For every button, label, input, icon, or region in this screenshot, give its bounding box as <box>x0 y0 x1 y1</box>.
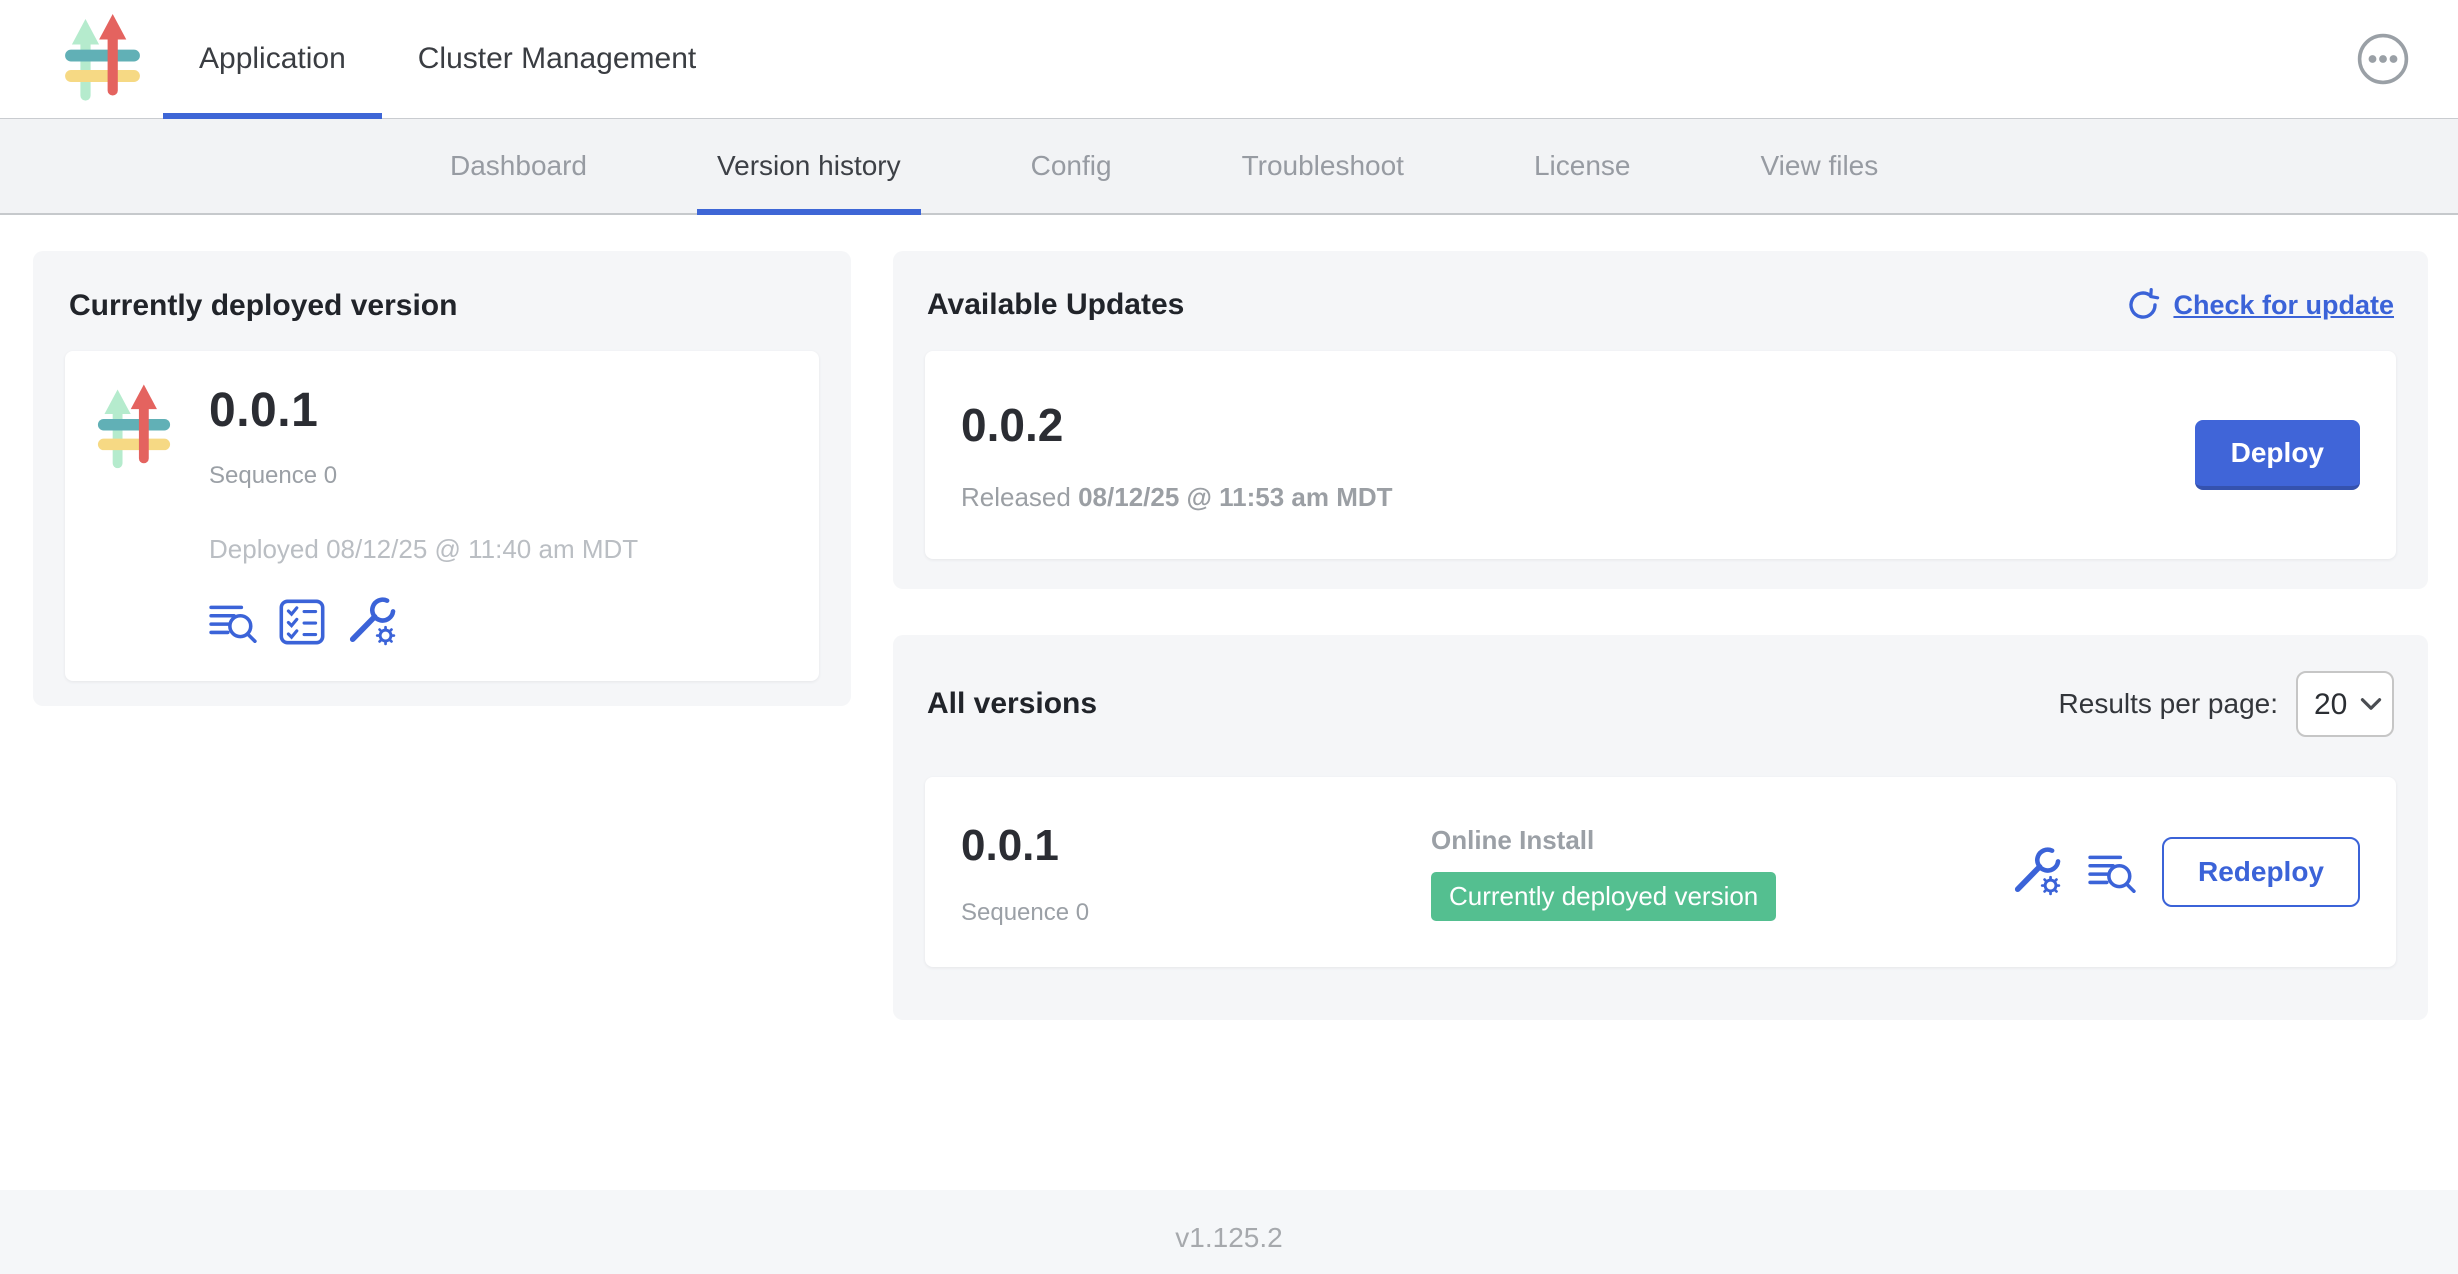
available-updates-card: Available Updates Check for update <box>893 251 2428 589</box>
install-type-label: Online Install <box>1431 825 2012 856</box>
right-column: Available Updates Check for update <box>893 251 2428 1020</box>
header-right <box>2354 0 2458 118</box>
released-label: Released <box>961 482 1071 512</box>
redeploy-button[interactable]: Redeploy <box>2162 837 2360 907</box>
released-datetime: 08/12/25 @ 11:53 am MDT <box>1078 482 1392 512</box>
version-row-info: 0.0.1 Sequence 0 <box>961 817 1431 927</box>
currently-deployed-card: Currently deployed version <box>33 251 851 706</box>
available-updates-title: Available Updates <box>927 288 1184 322</box>
wrench-gear-icon <box>2012 847 2062 897</box>
currently-deployed-title: Currently deployed version <box>69 289 819 323</box>
current-version-column: Currently deployed version <box>33 251 851 706</box>
ellipsis-menu-icon <box>2356 32 2410 86</box>
check-for-update-label: Check for update <box>2173 290 2394 321</box>
app-logo <box>60 0 145 118</box>
subnav-dashboard-label: Dashboard <box>450 150 587 182</box>
results-per-page-group: Results per page: 20 <box>2059 671 2394 737</box>
available-updates-header: Available Updates Check for update <box>927 287 2394 323</box>
app-window: Application Cluster Management Dashboard <box>0 0 2458 1274</box>
results-per-page-label: Results per page: <box>2059 688 2278 720</box>
available-update-row: 0.0.2 Released 08/12/25 @ 11:53 am MDT D… <box>925 351 2396 559</box>
deploy-button[interactable]: Deploy <box>2195 420 2360 490</box>
tab-cluster-management-label: Cluster Management <box>418 42 696 76</box>
console-version: v1.125.2 <box>1175 1222 1282 1254</box>
main-content: Currently deployed version <box>0 215 2458 1190</box>
app-logo-icon <box>60 11 145 107</box>
currently-deployed-badge: Currently deployed version <box>1431 872 1776 921</box>
deployed-version-actions <box>209 597 638 647</box>
results-per-page-select-wrap: 20 <box>2296 671 2394 737</box>
tab-cluster-management[interactable]: Cluster Management <box>382 0 732 118</box>
release-notes-search-button[interactable] <box>209 601 257 643</box>
tab-application-label: Application <box>199 42 346 76</box>
deployed-version-info: 0.0.1 Sequence 0 Deployed 08/12/25 @ 11:… <box>209 377 638 655</box>
tab-application[interactable]: Application <box>163 0 382 118</box>
subnav-item-troubleshoot[interactable]: Troubleshoot <box>1222 119 1424 213</box>
results-per-page-select[interactable]: 20 <box>2296 671 2394 737</box>
all-versions-header: All versions Results per page: 20 <box>927 671 2394 737</box>
deployed-timestamp: Deployed 08/12/25 @ 11:40 am MDT <box>209 534 638 565</box>
deployed-sequence: Sequence 0 <box>209 462 638 490</box>
version-row: 0.0.1 Sequence 0 Online Install Currentl… <box>925 777 2396 967</box>
version-row-sequence: Sequence 0 <box>961 899 1431 927</box>
app-logo-icon-small <box>93 377 175 655</box>
subnav-item-config[interactable]: Config <box>1011 119 1132 213</box>
subnav-version-history-label: Version history <box>717 150 901 182</box>
version-row-actions: Redeploy <box>2012 837 2360 907</box>
footer: v1.125.2 <box>0 1190 2458 1274</box>
edit-config-button[interactable] <box>347 597 397 647</box>
version-row-status: Online Install Currently deployed versio… <box>1431 823 2012 921</box>
more-options-button[interactable] <box>2354 30 2412 88</box>
update-released-timestamp: Released 08/12/25 @ 11:53 am MDT <box>961 482 1393 513</box>
app-subnav: Dashboard Version history Config Trouble… <box>0 119 2458 215</box>
refresh-icon <box>2125 287 2161 323</box>
subnav-item-view-files[interactable]: View files <box>1740 119 1898 213</box>
subnav-item-version-history[interactable]: Version history <box>697 119 921 213</box>
release-notes-search-icon <box>209 601 257 643</box>
row-release-notes-search-button[interactable] <box>2088 851 2136 893</box>
top-header: Application Cluster Management <box>0 0 2458 119</box>
subnav-item-dashboard[interactable]: Dashboard <box>430 119 607 213</box>
all-versions-card: All versions Results per page: 20 <box>893 635 2428 1020</box>
subnav-view-files-label: View files <box>1760 150 1878 182</box>
preflight-checklist-icon <box>279 599 325 645</box>
wrench-gear-icon <box>347 597 397 647</box>
update-info: 0.0.2 Released 08/12/25 @ 11:53 am MDT <box>961 398 1393 513</box>
version-row-number: 0.0.1 <box>961 821 1431 871</box>
deployed-version-number: 0.0.1 <box>209 383 638 438</box>
update-version-number: 0.0.2 <box>961 398 1393 452</box>
subnav-license-label: License <box>1534 150 1631 182</box>
release-notes-search-icon <box>2088 851 2136 893</box>
subnav-troubleshoot-label: Troubleshoot <box>1242 150 1404 182</box>
preflight-checklist-button[interactable] <box>279 599 325 645</box>
row-edit-config-button[interactable] <box>2012 847 2062 897</box>
subnav-item-license[interactable]: License <box>1514 119 1651 213</box>
currently-deployed-version-panel: 0.0.1 Sequence 0 Deployed 08/12/25 @ 11:… <box>65 351 819 681</box>
check-for-update-link[interactable]: Check for update <box>2125 287 2394 323</box>
all-versions-title: All versions <box>927 687 1097 721</box>
subnav-config-label: Config <box>1031 150 1112 182</box>
